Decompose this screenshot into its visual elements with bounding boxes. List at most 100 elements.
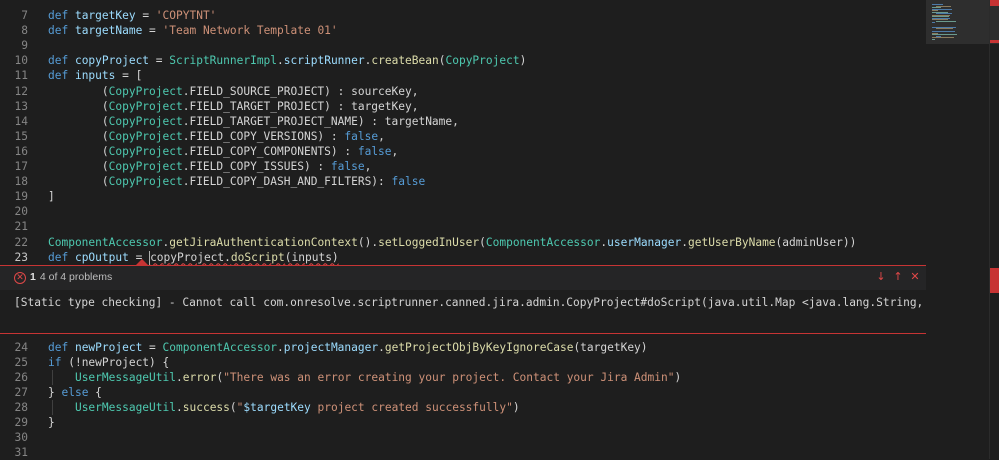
code-token: targetName xyxy=(74,24,143,38)
code-token: ( xyxy=(48,84,109,98)
line-number: 21 xyxy=(14,220,28,234)
arrow-up-icon[interactable]: ↑ xyxy=(891,270,905,284)
peek-header: ✕ 14 of 4 problems ↓ ↑ ✕ xyxy=(0,266,926,290)
code-text: ComponentAccessor. getJiraAuthenticationC… xyxy=(48,235,856,250)
code-line[interactable]: 17 (CopyProject.FIELD_COPY_ISSUES) : fal… xyxy=(0,159,926,174)
code-token: = xyxy=(149,54,170,68)
line-number: 22 xyxy=(14,235,28,249)
code-line[interactable]: 20 xyxy=(0,204,926,219)
code-line[interactable]: 22 ComponentAccessor. getJiraAuthenticatio… xyxy=(0,235,926,250)
code-text: def newProject = ComponentAccessor.proje… xyxy=(48,340,648,355)
code-line[interactable]: 11 def inputs = [ xyxy=(0,68,926,83)
code-token: UserMessageUtil xyxy=(74,370,176,384)
code-token: error xyxy=(182,370,217,384)
code-text: def targetName = 'Team Network Template … xyxy=(48,23,338,38)
code-token: copyProject. xyxy=(150,250,231,264)
code-line[interactable]: 10 def copyProject = ScriptRunnerImpl.scr… xyxy=(0,53,926,68)
code-token: CopyProject xyxy=(108,99,183,113)
code-line[interactable]: 29} xyxy=(0,415,926,430)
code-token: .FIELD_COPY_COMPONENTS) : xyxy=(182,144,358,158)
peek-pointer-arrow xyxy=(136,259,148,265)
code-text: } else { xyxy=(48,385,102,400)
problems-peek-widget: ✕ 14 of 4 problems ↓ ↑ ✕ [Static type ch… xyxy=(0,259,926,335)
line-number: 29 xyxy=(14,416,28,429)
code-line[interactable]: 21 xyxy=(0,219,926,234)
code-text: UserMessageUtil.error("There was an erro… xyxy=(48,370,681,385)
code-text: def cpOutput = copyProject.doScript(inpu… xyxy=(48,250,339,265)
code-token: 'Team Network Template 01' xyxy=(162,24,338,38)
code-token: .FIELD_COPY_ISSUES) : xyxy=(182,160,331,173)
code-token: . xyxy=(277,340,284,354)
code-line[interactable]: 12 (CopyProject.FIELD_SOURCE_PROJECT) : … xyxy=(0,84,926,99)
code-token: ( xyxy=(48,129,109,143)
code-line[interactable]: 19] xyxy=(0,189,926,204)
code-token: .FIELD_COPY_DASH_AND_FILTERS): xyxy=(182,175,392,189)
overview-ruler-error-marker[interactable] xyxy=(990,0,999,6)
code-line[interactable]: 24 def newProject = ComponentAccessor.pro… xyxy=(0,340,926,355)
code-token: CopyProject xyxy=(108,144,183,158)
code-text: def copyProject = ScriptRunnerImpl.scrip… xyxy=(48,53,526,68)
line-number: 18 xyxy=(14,175,28,189)
peek-title: 14 of 4 problems xyxy=(30,271,112,283)
code-token: cpOutput xyxy=(74,250,129,264)
code-token: = xyxy=(142,340,163,354)
code-token: . xyxy=(176,400,183,414)
line-number: 31 xyxy=(14,446,28,460)
arrow-down-icon[interactable]: ↓ xyxy=(874,270,888,284)
code-token: targetKey xyxy=(74,9,136,22)
code-token: .FIELD_SOURCE_PROJECT) : sourceKey, xyxy=(182,84,419,98)
code-token: getProjectObjByKeyIgnoreCase xyxy=(384,340,574,354)
code-line[interactable]: 13 (CopyProject.FIELD_TARGET_PROJECT) : … xyxy=(0,99,926,114)
code-line[interactable]: 27} else { xyxy=(0,385,926,400)
code-line[interactable]: 14 (CopyProject.FIELD_TARGET_PROJECT_NAM… xyxy=(0,114,926,129)
code-token: projectManager xyxy=(283,340,379,354)
line-number: 17 xyxy=(14,160,28,173)
code-token: = xyxy=(142,24,163,38)
code-token: .FIELD_TARGET_PROJECT) : targetKey, xyxy=(182,99,419,113)
code-token: project created successfully" xyxy=(310,400,513,414)
overview-ruler-error-marker[interactable] xyxy=(990,40,999,43)
code-line[interactable]: 8 def targetName = 'Team Network Template… xyxy=(0,23,926,38)
overview-ruler-error-marker[interactable] xyxy=(990,268,999,293)
code-token: (). xyxy=(357,235,379,249)
line-number: 20 xyxy=(14,205,28,219)
code-line[interactable]: 25 if (!newProject) { xyxy=(0,355,926,370)
code-line[interactable]: 28 UserMessageUtil.success("$targetKey p… xyxy=(0,399,926,415)
code-token: doScript xyxy=(230,250,285,264)
code-token: ( xyxy=(48,99,109,113)
code-line[interactable]: 18 (CopyProject.FIELD_COPY_DASH_AND_FILT… xyxy=(0,174,926,189)
peek-bottom-border xyxy=(0,333,926,334)
code-text: (CopyProject.FIELD_SOURCE_PROJECT) : sou… xyxy=(48,84,419,99)
code-line[interactable]: 16 (CopyProject.FIELD_COPY_COMPONENTS) :… xyxy=(0,144,926,159)
code-token: if xyxy=(48,355,69,369)
code-text: ] xyxy=(48,189,55,204)
line-number: 25 xyxy=(14,355,28,369)
code-token: ComponentAccessor xyxy=(48,235,163,249)
code-token: . xyxy=(681,235,688,249)
problem-message: [Static type checking] - Cannot call com… xyxy=(14,296,924,309)
code-line[interactable]: 7 def targetKey = 'COPYTNT' xyxy=(0,8,926,23)
code-line[interactable]: 30 xyxy=(0,430,926,445)
line-number: 15 xyxy=(14,129,28,143)
code-token: { xyxy=(95,385,102,399)
code-line[interactable]: 31 xyxy=(0,445,926,460)
code-editor[interactable]: 7 def targetKey = 'COPYTNT' 8 def targetNam… xyxy=(0,0,926,459)
code-token: = [ xyxy=(115,69,143,83)
code-token: . xyxy=(277,54,284,68)
code-token: .FIELD_COPY_VERSIONS) : xyxy=(182,129,345,143)
line-number: 16 xyxy=(14,144,28,158)
close-icon[interactable]: ✕ xyxy=(908,270,922,284)
code-line[interactable]: 15 (CopyProject.FIELD_COPY_VERSIONS) : f… xyxy=(0,129,926,144)
code-line[interactable]: 9 xyxy=(0,38,926,53)
line-number: 12 xyxy=(14,84,28,98)
code-token: getUserByName xyxy=(687,235,776,249)
code-token: newProject xyxy=(74,340,143,354)
code-line[interactable]: 26 UserMessageUtil.error("There was an e… xyxy=(0,369,926,385)
line-number: 13 xyxy=(14,99,28,113)
code-text: (CopyProject.FIELD_COPY_DASH_AND_FILTERS… xyxy=(48,174,425,189)
code-token: ( xyxy=(229,400,237,414)
code-token: 'COPYTNT' xyxy=(155,9,217,22)
code-token: UserMessageUtil xyxy=(74,400,176,414)
code-token: ( xyxy=(479,235,486,249)
